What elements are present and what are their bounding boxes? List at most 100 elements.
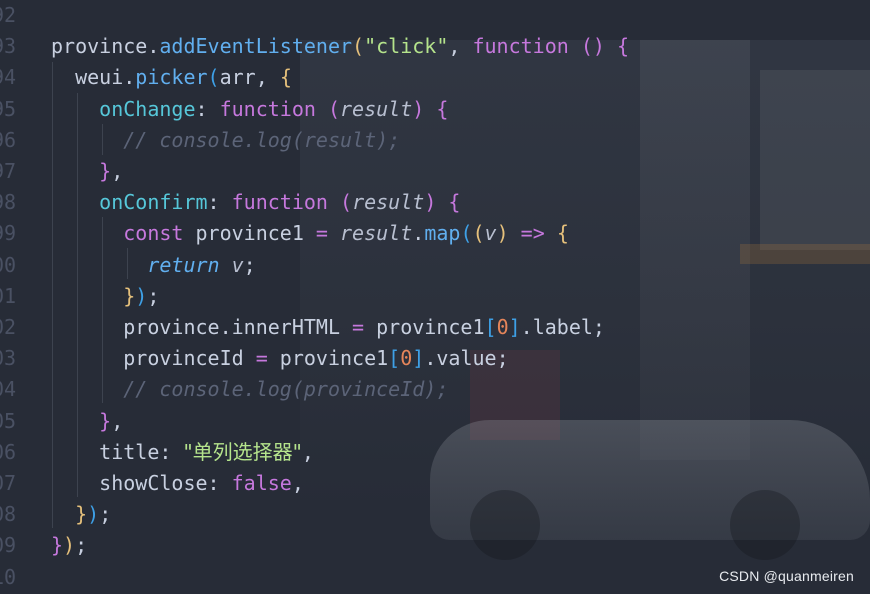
code-token: value — [436, 346, 497, 371]
line-number: 05 — [0, 408, 17, 433]
code-token: addEventListener — [159, 34, 353, 59]
code-token: ; — [592, 315, 605, 339]
line-number: 99 — [0, 221, 17, 246]
code-token: province1 — [267, 346, 389, 371]
code-token: . — [424, 346, 437, 371]
code-token: ( — [352, 34, 365, 59]
code-text: onChange: function (result) { — [51, 94, 448, 125]
code-token: weui — [51, 65, 124, 90]
code-token: . — [123, 65, 136, 90]
line-number: 94 — [0, 65, 17, 90]
code-token: ( — [327, 96, 341, 121]
code-token: } — [99, 159, 112, 183]
code-token: v — [484, 221, 497, 246]
code-token: ; — [243, 252, 256, 277]
code-token: function — [219, 96, 316, 121]
code-token: = — [255, 346, 268, 371]
code-line[interactable]: 01 }); — [0, 281, 870, 312]
line-number: 96 — [0, 127, 17, 152]
code-token: ; — [496, 346, 509, 371]
line-number: 95 — [0, 96, 17, 121]
code-token: , — [111, 159, 124, 183]
code-line[interactable]: 06 title: "单列选择器", — [0, 437, 870, 468]
code-line[interactable]: 99 const province1 = result.map((v) => { — [0, 218, 870, 249]
code-token: ; — [75, 533, 88, 558]
code-line[interactable]: 05 }, — [0, 406, 870, 437]
code-token: { — [279, 65, 292, 90]
code-line[interactable]: 97 }, — [0, 156, 870, 187]
code-token: onConfirm — [51, 190, 208, 215]
code-token: . — [147, 34, 160, 59]
code-token: { — [616, 34, 630, 59]
code-line[interactable]: 02 province.innerHTML = province1[0].lab… — [0, 312, 870, 343]
code-token: return — [147, 252, 220, 277]
code-line[interactable]: 09}); — [0, 530, 870, 561]
code-token: ) — [63, 533, 76, 558]
code-token: 0 — [496, 315, 509, 339]
line-number: 93 — [0, 34, 17, 59]
code-token: v — [231, 252, 244, 277]
code-text: showClose: false, — [51, 468, 304, 499]
code-token: ) — [87, 502, 100, 527]
code-text: province.innerHTML = province1[0].label; — [51, 312, 605, 343]
code-text: const province1 = result.map((v) => { — [51, 218, 569, 249]
code-token: , — [291, 471, 304, 495]
code-line[interactable]: 00 return v; — [0, 250, 870, 281]
code-line[interactable]: 96 // console.log(result); — [0, 125, 870, 156]
code-token: [ — [388, 346, 401, 371]
code-text: return v; — [51, 250, 256, 281]
line-number: 00 — [0, 252, 17, 277]
line-number: 06 — [0, 439, 17, 464]
code-text: }, — [51, 406, 123, 437]
code-token: showClose — [51, 471, 208, 495]
code-token: ) — [424, 190, 437, 215]
code-token: } — [51, 533, 64, 558]
code-editor[interactable]: 92 93 province.addEventListener("click", f… — [0, 0, 870, 594]
code-text: // console.log(provinceId); — [51, 374, 448, 405]
code-line[interactable]: 93 province.addEventListener("click", fun… — [0, 31, 870, 62]
code-token: result — [340, 221, 413, 246]
code-line[interactable]: 07 showClose: false, — [0, 468, 870, 499]
code-line[interactable]: 92 — [0, 0, 870, 31]
code-token: => — [520, 221, 545, 246]
line-number: 92 — [0, 3, 17, 27]
code-line[interactable]: 98 onConfirm: function (result) { — [0, 187, 870, 218]
line-number: 97 — [0, 159, 17, 183]
code-line[interactable]: 95 onChange: function (result) { — [0, 94, 870, 125]
code-token: ) — [135, 283, 148, 308]
code-line[interactable]: 04 // console.log(provinceId); — [0, 374, 870, 405]
code-token: // console.log(provinceId); — [51, 377, 449, 402]
code-token: ) — [412, 96, 425, 121]
code-line[interactable]: 03 provinceId = province1[0].value; — [0, 343, 870, 374]
code-token: { — [436, 96, 449, 121]
code-token: 0 — [400, 346, 413, 371]
code-text: }); — [51, 281, 159, 312]
code-token: "click" — [364, 34, 449, 59]
code-token: false — [231, 471, 292, 495]
code-token: : — [207, 471, 232, 495]
code-token: , — [301, 439, 314, 464]
code-token: result — [340, 96, 413, 121]
code-token: arr — [219, 65, 256, 90]
code-line[interactable]: 08 }); — [0, 499, 870, 530]
code-line[interactable]: 94 weui.picker(arr, { — [0, 62, 870, 93]
code-token: ] — [508, 315, 521, 339]
line-number: 09 — [0, 533, 17, 558]
line-number: 08 — [0, 502, 17, 527]
code-token: , — [448, 34, 473, 59]
code-token: picker — [135, 65, 208, 90]
code-token: . — [219, 315, 232, 339]
code-token: : — [195, 96, 220, 121]
code-token: ; — [99, 502, 112, 527]
code-text: }, — [51, 156, 123, 187]
code-text: province.addEventListener("click", funct… — [51, 31, 629, 62]
code-token: ; — [147, 283, 160, 308]
